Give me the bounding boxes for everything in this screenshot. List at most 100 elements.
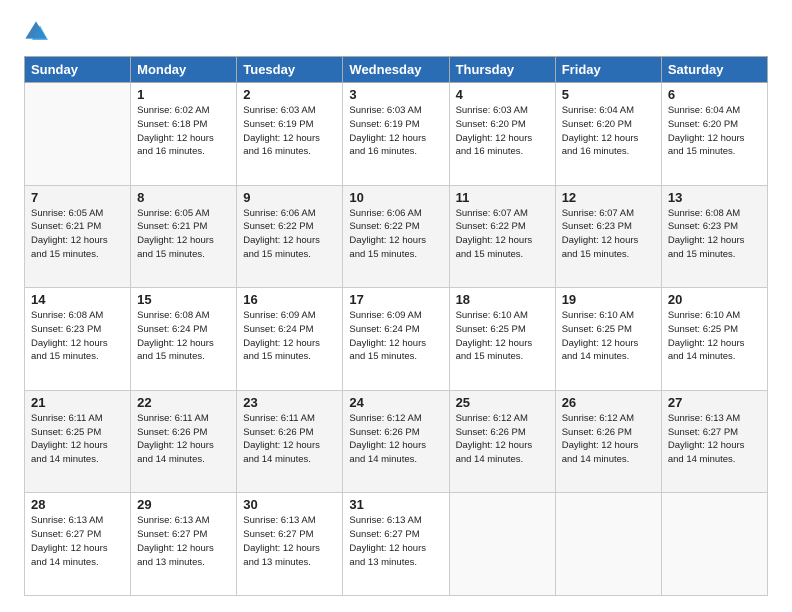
day-info: Sunrise: 6:13 AMSunset: 6:27 PMDaylight:… [137, 514, 230, 569]
sunset-label: Sunset: 6:20 PM [668, 119, 738, 130]
day-number: 6 [668, 87, 761, 102]
day-number: 23 [243, 395, 336, 410]
sunrise-label: Sunrise: 6:03 AM [243, 105, 315, 116]
calendar-cell: 11Sunrise: 6:07 AMSunset: 6:22 PMDayligh… [449, 185, 555, 288]
sunset-label: Sunset: 6:19 PM [349, 119, 419, 130]
day-info: Sunrise: 6:05 AM Sunset: 6:21 PM Daylight:… [31, 207, 124, 262]
daylight-label: Daylight: 12 hours and 16 minutes. [243, 133, 320, 158]
calendar-cell: 5Sunrise: 6:04 AMSunset: 6:20 PMDaylight… [555, 83, 661, 186]
sunrise-label: Sunrise: 6:04 AM [562, 105, 634, 116]
daylight-label: Daylight: 12 hours and 13 minutes. [137, 543, 214, 568]
calendar-table: SundayMondayTuesdayWednesdayThursdayFrid… [24, 56, 768, 596]
day-info: Sunrise: 6:12 AMSunset: 6:26 PMDaylight:… [349, 412, 442, 467]
sunset-label: Sunset: 6:26 PM [562, 427, 632, 438]
day-info: Sunrise: 6:06 AMSunset: 6:22 PMDaylight:… [349, 207, 442, 262]
day-number: 1 [137, 87, 230, 102]
sunrise-label: Sunrise: 6:12 AM [562, 413, 634, 424]
day-info: Sunrise: 6:02 AMSunset: 6:18 PMDaylight:… [137, 104, 230, 159]
day-number: 15 [137, 292, 230, 307]
sunset-label: Sunset: 6:21 PM [31, 221, 101, 232]
sunset-label: Sunset: 6:19 PM [243, 119, 313, 130]
sunset-label: Sunset: 6:20 PM [456, 119, 526, 130]
sunset-label: Sunset: 6:18 PM [137, 119, 207, 130]
day-info: Sunrise: 6:13 AMSunset: 6:27 PMDaylight:… [243, 514, 336, 569]
day-number: 10 [349, 190, 442, 205]
daylight-label: Daylight: 12 hours and 14 minutes. [243, 440, 320, 465]
sunset-label: Sunset: 6:24 PM [349, 324, 419, 335]
sunset-label: Sunset: 6:25 PM [668, 324, 738, 335]
daylight-label: Daylight: 12 hours and 15 minutes. [31, 235, 108, 260]
calendar-cell: 10 Sunrise: 6:06 AMSunset: 6:22 PMDayligh… [343, 185, 449, 288]
calendar-cell: 28Sunrise: 6:13 AMSunset: 6:27 PMDayligh… [25, 493, 131, 596]
daylight-label: Daylight: 12 hours and 14 minutes. [137, 440, 214, 465]
daylight-label: Daylight: 12 hours and 14 minutes. [349, 440, 426, 465]
sunset-label: Sunset: 6:27 PM [31, 529, 101, 540]
sunset-label: Sunset: 6:23 PM [562, 221, 632, 232]
day-number: 2 [243, 87, 336, 102]
daylight-label: Daylight: 12 hours and 14 minutes. [562, 338, 639, 363]
calendar-cell: 9Sunrise: 6:06 AMSunset: 6:22 PMDaylight… [237, 185, 343, 288]
day-info: Sunrise: 6:13 AMSunset: 6:27 PMDaylight:… [668, 412, 761, 467]
daylight-label: Daylight: 12 hours and 14 minutes. [31, 440, 108, 465]
day-info: Sunrise: 6:05 AMSunset: 6:21 PMDaylight:… [137, 207, 230, 262]
week-row-1: 1 Sunrise: 6:02 AMSunset: 6:18 PMDaylight… [25, 83, 768, 186]
weekday-header-wednesday: Wednesday [343, 57, 449, 83]
day-number: 12 [562, 190, 655, 205]
day-number: 7 [31, 190, 124, 205]
sunrise-label: Sunrise: 6:12 AM [456, 413, 528, 424]
sunrise-label: Sunrise: 6:13 AM [31, 515, 103, 526]
day-number: 30 [243, 497, 336, 512]
day-number: 17 [349, 292, 442, 307]
day-info: Sunrise: 6:06 AMSunset: 6:22 PMDaylight:… [243, 207, 336, 262]
sunset-label: Sunset: 6:22 PM [243, 221, 313, 232]
sunset-label: Sunset: 6:22 PM [456, 221, 526, 232]
calendar-cell: 16Sunrise: 6:09 AMSunset: 6:24 PMDayligh… [237, 288, 343, 391]
calendar-cell: 12Sunrise: 6:07 AMSunset: 6:23 PMDayligh… [555, 185, 661, 288]
calendar-cell: 24Sunrise: 6:12 AMSunset: 6:26 PMDayligh… [343, 390, 449, 493]
sunrise-label: Sunrise: 6:05 AM [137, 208, 209, 219]
day-number: 22 [137, 395, 230, 410]
sunrise-label: Sunrise: 6:11 AM [243, 413, 315, 424]
calendar-cell: 3Sunrise: 6:03 AMSunset: 6:19 PMDaylight… [343, 83, 449, 186]
calendar-cell: 30 Sunrise: 6:13 AMSunset: 6:27 PMDayligh… [237, 493, 343, 596]
calendar-cell: 17 Sunrise: 6:09 AMSunset: 6:24 PMDayligh… [343, 288, 449, 391]
day-info: Sunrise: 6:09 AMSunset: 6:24 PMDaylight:… [243, 309, 336, 364]
sunrise-label: Sunrise: 6:10 AM [668, 310, 740, 321]
sunrise-label: Sunrise: 6:13 AM [349, 515, 421, 526]
daylight-label: Daylight: 12 hours and 15 minutes. [668, 133, 745, 158]
day-info: Sunrise: 6:03 AMSunset: 6:20 PMDaylight:… [456, 104, 549, 159]
daylight-label: Daylight: 12 hours and 16 minutes. [456, 133, 533, 158]
daylight-label: Daylight: 12 hours and 15 minutes. [349, 338, 426, 363]
weekday-header-thursday: Thursday [449, 57, 555, 83]
day-number: 26 [562, 395, 655, 410]
sunrise-label: Sunrise: 6:11 AM [137, 413, 209, 424]
sunrise-label: Sunrise: 6:13 AM [137, 515, 209, 526]
day-info: Sunrise: 6:09 AMSunset: 6:24 PMDaylight:… [349, 309, 442, 364]
week-row-5: 28Sunrise: 6:13 AMSunset: 6:27 PMDayligh… [25, 493, 768, 596]
daylight-label: Daylight: 12 hours and 15 minutes. [243, 338, 320, 363]
sunrise-label: Sunrise: 6:07 AM [562, 208, 634, 219]
day-info: Sunrise: 6:04 AMSunset: 6:20 PMDaylight:… [668, 104, 761, 159]
daylight-label: Daylight: 12 hours and 15 minutes. [668, 235, 745, 260]
daylight-label: Daylight: 12 hours and 15 minutes. [137, 338, 214, 363]
day-info: Sunrise: 6:10 AMSunset: 6:25 PMDaylight:… [562, 309, 655, 364]
calendar-cell: 25Sunrise: 6:12 AMSunset: 6:26 PMDayligh… [449, 390, 555, 493]
calendar-cell: 22Sunrise: 6:11 AMSunset: 6:26 PMDayligh… [131, 390, 237, 493]
weekday-header-saturday: Saturday [661, 57, 767, 83]
calendar-cell: 26Sunrise: 6:12 AMSunset: 6:26 PMDayligh… [555, 390, 661, 493]
calendar-cell: 4 Sunrise: 6:03 AMSunset: 6:20 PMDaylight… [449, 83, 555, 186]
sunrise-label: Sunrise: 6:09 AM [243, 310, 315, 321]
sunset-label: Sunset: 6:20 PM [562, 119, 632, 130]
calendar-cell: 20Sunrise: 6:10 AMSunset: 6:25 PMDayligh… [661, 288, 767, 391]
sunset-label: Sunset: 6:26 PM [456, 427, 526, 438]
sunset-label: Sunset: 6:25 PM [562, 324, 632, 335]
calendar-cell: 7 Sunrise: 6:05 AM Sunset: 6:21 PM Daylight… [25, 185, 131, 288]
sunset-label: Sunset: 6:27 PM [668, 427, 738, 438]
day-number: 4 [456, 87, 549, 102]
day-info: Sunrise: 6:07 AMSunset: 6:23 PMDaylight:… [562, 207, 655, 262]
day-info: Sunrise: 6:10 AMSunset: 6:25 PMDaylight:… [668, 309, 761, 364]
sunset-label: Sunset: 6:21 PM [137, 221, 207, 232]
sunrise-label: Sunrise: 6:05 AM [31, 208, 103, 219]
logo-icon [24, 20, 48, 44]
sunrise-label: Sunrise: 6:13 AM [243, 515, 315, 526]
